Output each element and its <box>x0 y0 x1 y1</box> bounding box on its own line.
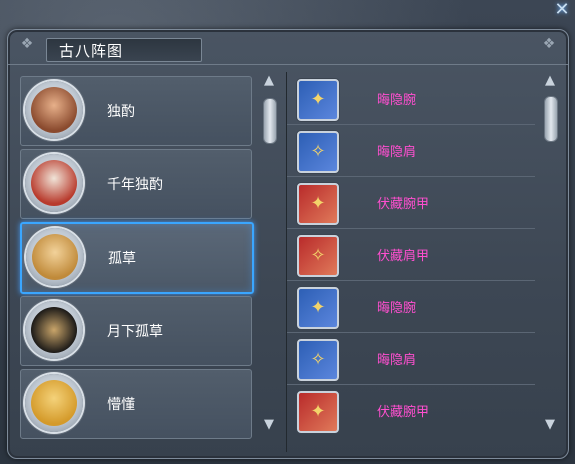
title-bar: ❖ 古八阵图 ❖ <box>8 30 568 65</box>
equip-row-0[interactable]: ✦ 晦隐腕 <box>287 74 535 125</box>
avatar <box>25 154 83 212</box>
equipment-list: ✦ 晦隐腕 ✧ 晦隐肩 ✦ 伏藏腕甲 ✧ 伏藏肩甲 ✦ 晦隐腕 ✧ 晦隐肩 ✦ … <box>286 72 563 452</box>
title-box: 古八阵图 <box>46 38 202 62</box>
bracer-icon: ✦ <box>297 79 339 121</box>
equip-name: 晦隐腕 <box>377 93 417 108</box>
bracer-armor-icon: ✦ <box>297 391 339 433</box>
left-scrollbar[interactable]: ▲ ▼ <box>260 74 278 450</box>
right-scrollbar[interactable]: ▲ ▼ <box>541 74 559 450</box>
scroll-up-icon[interactable]: ▲ <box>541 74 559 88</box>
equip-name: 伏藏肩甲 <box>377 249 430 264</box>
equip-name: 伏藏腕甲 <box>377 405 430 420</box>
window-title: 古八阵图 <box>59 42 124 60</box>
character-name: 月下孤草 <box>107 324 163 340</box>
character-item-2[interactable]: 孤草 <box>20 222 254 294</box>
avatar <box>26 228 84 286</box>
portrait <box>31 380 77 426</box>
portrait <box>32 234 78 280</box>
character-item-4[interactable]: 懵懂 <box>20 369 252 439</box>
ornament-right-icon: ❖ <box>542 36 556 52</box>
portrait <box>31 160 77 206</box>
avatar <box>25 301 83 359</box>
equip-row-6[interactable]: ✦ 伏藏腕甲 <box>287 386 535 436</box>
equip-name: 晦隐腕 <box>377 301 417 316</box>
close-icon[interactable]: ✕ <box>550 0 574 20</box>
character-name: 懵懂 <box>107 397 135 413</box>
character-name: 独酌 <box>107 104 135 120</box>
ornament-left-icon: ❖ <box>20 36 34 52</box>
scroll-thumb[interactable] <box>544 96 558 142</box>
scroll-up-icon[interactable]: ▲ <box>260 74 278 88</box>
equip-name: 伏藏腕甲 <box>377 197 430 212</box>
shoulder-icon: ✧ <box>297 339 339 381</box>
equip-row-4[interactable]: ✦ 晦隐腕 <box>287 282 535 333</box>
equip-name: 晦隐肩 <box>377 353 417 368</box>
equip-row-3[interactable]: ✧ 伏藏肩甲 <box>287 230 535 281</box>
shoulder-armor-icon: ✧ <box>297 235 339 277</box>
portrait <box>31 87 77 133</box>
character-item-3[interactable]: 月下孤草 <box>20 296 252 366</box>
scroll-down-icon[interactable]: ▼ <box>541 418 559 432</box>
character-name: 孤草 <box>108 251 136 267</box>
character-item-1[interactable]: 千年独酌 <box>20 149 252 219</box>
character-name: 千年独酌 <box>107 177 163 193</box>
formation-window: ❖ 古八阵图 ❖ 独酌 千年独酌 孤草 月下孤草 懵懂 ▲ ▼ ✦ 晦隐腕 ✧ … <box>7 29 569 459</box>
bracer-icon: ✦ <box>297 287 339 329</box>
character-item-0[interactable]: 独酌 <box>20 76 252 146</box>
scroll-thumb[interactable] <box>263 98 277 144</box>
avatar <box>25 374 83 432</box>
avatar <box>25 81 83 139</box>
scroll-down-icon[interactable]: ▼ <box>260 418 278 432</box>
equip-row-5[interactable]: ✧ 晦隐肩 <box>287 334 535 385</box>
shoulder-icon: ✧ <box>297 131 339 173</box>
bracer-armor-icon: ✦ <box>297 183 339 225</box>
equip-row-1[interactable]: ✧ 晦隐肩 <box>287 126 535 177</box>
equip-name: 晦隐肩 <box>377 145 417 160</box>
portrait <box>31 307 77 353</box>
equip-row-2[interactable]: ✦ 伏藏腕甲 <box>287 178 535 229</box>
character-list: 独酌 千年独酌 孤草 月下孤草 懵懂 ▲ ▼ <box>14 72 282 452</box>
